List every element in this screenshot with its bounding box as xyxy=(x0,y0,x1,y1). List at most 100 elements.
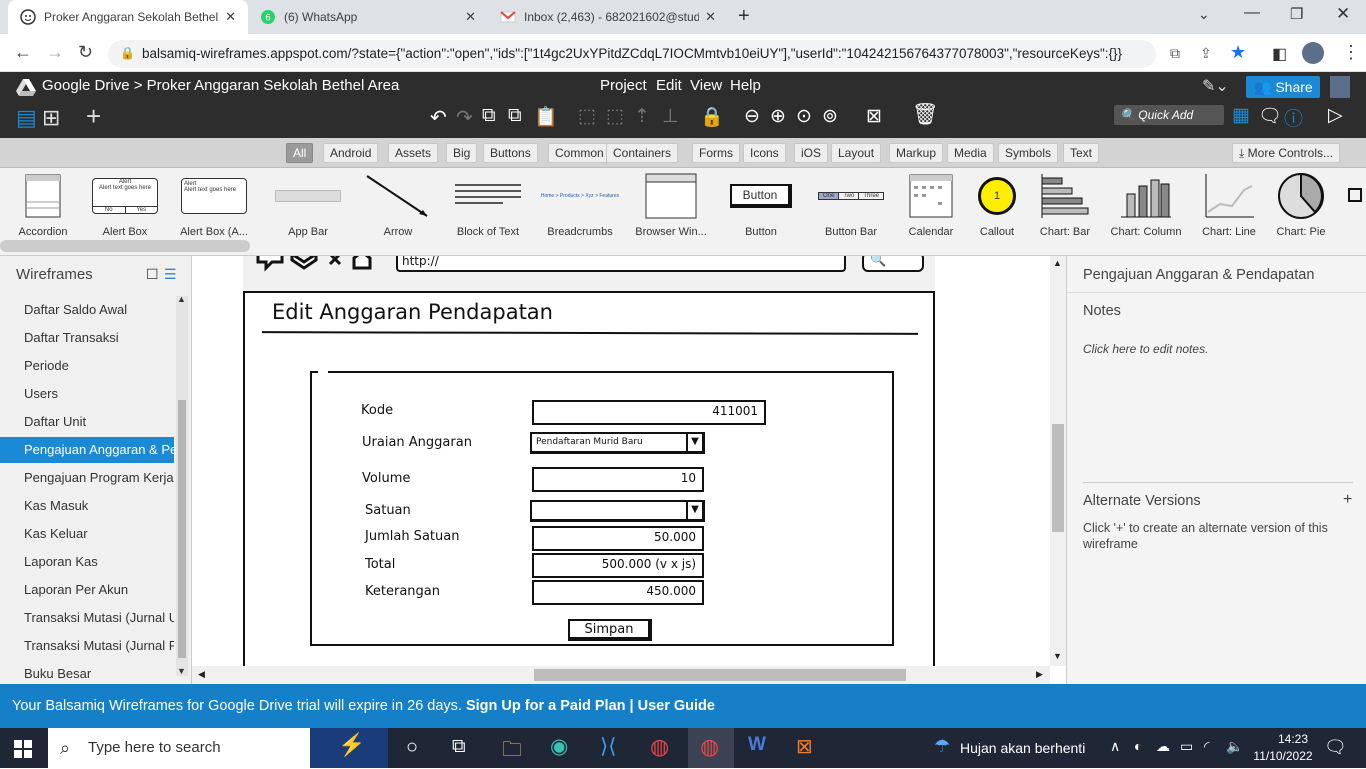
scroll-down-icon[interactable]: ▼ xyxy=(177,666,186,676)
vertical-scroll-thumb[interactable] xyxy=(1052,424,1064,532)
battery-icon[interactable]: ▭ xyxy=(1180,738,1193,755)
back-icon[interactable]: ← xyxy=(14,42,32,63)
sidebar-item-users[interactable]: Users xyxy=(0,381,174,407)
library-tab-text[interactable]: Text xyxy=(1063,143,1100,163)
keterangan-field[interactable]: 450.000 xyxy=(532,580,704,605)
library-tab-markup[interactable]: Markup xyxy=(889,143,944,163)
more-controls-button[interactable]: ⤓ More Controls... xyxy=(1232,143,1341,163)
sign-up-link[interactable]: Sign Up for a Paid Plan xyxy=(466,698,626,714)
library-tab-common[interactable]: Common xyxy=(548,143,611,163)
component-button-bar[interactable]: One Two Three Button Bar xyxy=(806,172,896,238)
chevron-down-icon[interactable]: ⌄ xyxy=(1198,6,1210,23)
library-tab-big[interactable]: Big xyxy=(446,143,478,163)
library-tab-containers[interactable]: Containers xyxy=(606,143,679,163)
mockup-search-field[interactable]: 🔍 xyxy=(862,256,924,272)
component-alert-box-a[interactable]: Alert Alert text goes here Alert Box (A... xyxy=(169,172,259,238)
sidebar-item-transaksi-mutasi-jurnal-penyesuaian[interactable]: Transaksi Mutasi (Jurnal Penyesuaian) xyxy=(0,633,174,659)
share-page-icon[interactable]: ⇪ xyxy=(1200,45,1212,62)
sidebar-item-laporan-kas[interactable]: Laporan Kas xyxy=(0,549,174,575)
file-explorer-icon[interactable]: 🗀 xyxy=(502,735,522,769)
library-tab-android[interactable]: Android xyxy=(323,143,379,163)
component-strip-scrollbar[interactable] xyxy=(0,240,250,252)
url-text[interactable]: balsamiq-wireframes.appspot.com/?state={… xyxy=(142,46,1154,61)
sidebar-item-kas-masuk[interactable]: Kas Masuk xyxy=(0,493,174,519)
add-wireframe-icon[interactable]: + xyxy=(86,101,101,132)
component-app-bar[interactable]: App Bar xyxy=(263,172,353,238)
library-tab-symbols[interactable]: Symbols xyxy=(998,143,1059,163)
weather-text[interactable]: Hujan akan berhenti xyxy=(960,740,1085,756)
close-tab-icon[interactable]: ✕ xyxy=(705,9,716,25)
active-chrome-highlight[interactable]: ◍ xyxy=(688,728,734,768)
volume-field[interactable]: 10 xyxy=(532,467,704,492)
bookmark-star-icon[interactable]: ★ xyxy=(1230,42,1246,63)
chrome-icon[interactable]: ◍ xyxy=(650,734,669,760)
group-icon[interactable]: ⬚ xyxy=(578,105,596,128)
clock-time[interactable]: 14:23 xyxy=(1266,732,1320,746)
copy-icon[interactable]: ⧉ xyxy=(508,105,522,127)
menu-edit[interactable]: Edit xyxy=(656,77,682,94)
menu-help[interactable]: Help xyxy=(730,77,761,94)
library-tab-media[interactable]: Media xyxy=(947,143,994,163)
sidebar-scrollbar[interactable]: ▲ ▼ xyxy=(176,294,188,676)
duplicate-icon[interactable]: ⧉ xyxy=(482,105,496,127)
notes-placeholder[interactable]: Click here to edit notes. xyxy=(1083,342,1208,356)
restore-icon[interactable]: ❐ xyxy=(1290,5,1303,23)
zoom-out-icon[interactable]: ⊖ xyxy=(744,105,760,128)
arrange-icon[interactable]: ⊥ xyxy=(662,105,679,128)
list-view-icon[interactable]: ☰ xyxy=(164,266,177,283)
sidebar-item-transaksi-mutasi-jurnal-umum[interactable]: Transaksi Mutasi (Jurnal Umum) xyxy=(0,605,174,631)
component-browser-win[interactable]: Browser Win... xyxy=(626,172,716,238)
library-tab-all[interactable]: All xyxy=(286,143,314,163)
undo-icon[interactable]: ↶ xyxy=(430,105,447,130)
sidebar-item-daftar-transaksi[interactable]: Daftar Transaksi xyxy=(0,325,174,351)
lock-icon[interactable]: 🔒 xyxy=(700,105,724,129)
volume-icon[interactable]: 🔈 xyxy=(1226,738,1243,755)
component-breadcrumbs[interactable]: Home > Products > Xyz > Features Breadcru… xyxy=(535,172,625,238)
scroll-down-icon[interactable]: ▼ xyxy=(1053,651,1062,661)
comment-icon[interactable]: 🗨 xyxy=(1258,104,1282,128)
library-tab-buttons[interactable]: Buttons xyxy=(483,143,538,163)
scroll-up-icon[interactable]: ▲ xyxy=(177,294,186,304)
menu-view[interactable]: View xyxy=(690,77,722,94)
component-accordion[interactable]: Accordion xyxy=(0,172,88,238)
library-tab-forms[interactable]: Forms xyxy=(692,143,740,163)
profile-avatar[interactable] xyxy=(1302,42,1324,64)
user-avatar[interactable] xyxy=(1330,76,1350,98)
component-chart-bar[interactable]: Chart: Bar xyxy=(1020,172,1110,238)
scroll-right-icon[interactable]: ▶ xyxy=(1036,669,1043,680)
component-partial-thumbnail[interactable] xyxy=(1348,188,1362,202)
paste-icon[interactable]: 📋 xyxy=(534,105,558,129)
kode-field[interactable]: 411001 xyxy=(532,400,766,425)
xampp-icon[interactable]: ⊠ xyxy=(796,734,813,759)
clock-date[interactable]: 11/10/2022 xyxy=(1250,749,1316,763)
word-icon[interactable]: W xyxy=(748,734,766,756)
horizontal-scroll-thumb[interactable] xyxy=(534,669,906,681)
menu-project[interactable]: Project xyxy=(600,77,647,94)
exclude-icon[interactable]: ⊠ xyxy=(866,105,882,128)
reload-icon[interactable]: ↻ xyxy=(78,42,93,63)
sidebar-item-daftar-unit[interactable]: Daftar Unit xyxy=(0,409,174,435)
notification-icon[interactable]: 🗨 xyxy=(1324,737,1347,758)
pencil-icon[interactable]: ✎⌄ xyxy=(1202,76,1229,96)
sidebar-scroll-thumb[interactable] xyxy=(178,400,186,658)
satuan-dropdown[interactable]: ▼ xyxy=(530,500,705,522)
uraian-anggaran-dropdown[interactable]: Pendaftaran Murid Baru ▼ xyxy=(530,432,705,454)
lock-icon[interactable]: 🔒 xyxy=(120,46,135,60)
sidebar-item-laporan-per-akun[interactable]: Laporan Per Akun xyxy=(0,577,174,603)
open-in-app-icon[interactable]: ⧉ xyxy=(1170,45,1180,62)
browser-tab-gmail[interactable]: Inbox (2,463) - 682021602@stud ✕ xyxy=(488,0,728,34)
component-arrow[interactable]: Arrow xyxy=(353,172,443,238)
ungroup-icon[interactable]: ⬚ xyxy=(606,105,624,128)
component-alert-box[interactable]: Alert Alert text goes here No Yes Alert Box xyxy=(80,172,170,238)
browser-tab-whatsapp[interactable]: 6 (6) WhatsApp ✕ xyxy=(248,0,488,34)
close-tab-icon[interactable]: ✕ xyxy=(225,9,236,25)
present-icon[interactable]: ▷ xyxy=(1328,104,1343,127)
windows-start-icon[interactable] xyxy=(14,740,32,758)
library-tab-ios[interactable]: iOS xyxy=(794,143,829,163)
edge-icon[interactable]: ◉ xyxy=(550,734,568,759)
scroll-left-icon[interactable]: ◀ xyxy=(198,669,205,680)
align-icon[interactable]: ⇡ xyxy=(634,105,650,128)
wireframe-name[interactable]: Pengajuan Anggaran & Pendapatan xyxy=(1083,267,1314,283)
trash-icon[interactable]: 🗑 xyxy=(912,103,939,127)
vscode-icon[interactable]: ⟩⟨ xyxy=(600,734,616,759)
